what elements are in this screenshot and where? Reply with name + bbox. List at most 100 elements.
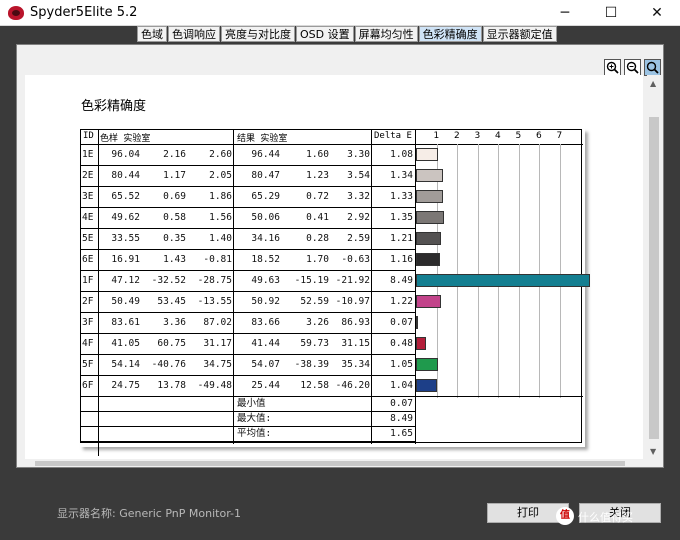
sample-l: 50.49 — [111, 296, 140, 307]
axis-tick-label: 2 — [454, 131, 460, 141]
sample-l: 33.55 — [111, 233, 140, 244]
sample-a: 1.43 — [163, 254, 186, 265]
result-b: -10.97 — [335, 296, 370, 307]
maximize-button[interactable]: ☐ — [588, 0, 634, 26]
result-a: 3.26 — [306, 317, 329, 328]
horizontal-scrollbar[interactable] — [25, 459, 647, 467]
row-id: 6E — [82, 254, 94, 265]
report-page: 色彩精确度 ID 色样 实验室 结果 实验室 Delta E 1 2 3 4 5 6 7 1E… — [25, 75, 643, 459]
delta-e-bar — [416, 211, 444, 224]
result-l: 25.44 — [251, 380, 280, 391]
delta-e-value: 1.21 — [390, 233, 413, 244]
title-bar: Spyder5Elite 5.2 ─ ☐ ✕ — [0, 0, 680, 26]
zoom-out-icon — [626, 61, 639, 74]
delta-e-bar — [416, 379, 438, 392]
result-b: 86.93 — [341, 317, 370, 328]
result-a: 1.23 — [306, 170, 329, 181]
scroll-up-arrow-icon[interactable]: ▲ — [650, 79, 656, 88]
result-a: 0.28 — [306, 233, 329, 244]
sample-l: 83.61 — [111, 317, 140, 328]
summary-left-divider — [98, 396, 99, 456]
vertical-scrollbar[interactable]: ▲ ▼ — [647, 75, 661, 459]
sample-l: 96.04 — [111, 149, 140, 160]
sample-l: 54.14 — [111, 359, 140, 370]
close-window-button[interactable]: ✕ — [634, 0, 680, 26]
tab-gamut[interactable]: 色域 — [137, 26, 167, 42]
tab-color-accuracy[interactable]: 色彩精确度 — [418, 26, 482, 42]
tab-screen-uniformity[interactable]: 屏幕均匀性 — [354, 26, 418, 42]
sample-b: -13.55 — [197, 296, 232, 307]
sample-b: 31.17 — [203, 338, 232, 349]
header-result-lab: 结果 实验室 — [237, 134, 288, 144]
delta-e-value: 1.08 — [390, 149, 413, 160]
delta-e-bar — [416, 169, 444, 182]
minimize-button[interactable]: ─ — [542, 0, 588, 26]
result-b: -0.63 — [341, 254, 370, 265]
tab-osd-settings[interactable]: OSD 设置 — [296, 26, 354, 42]
result-l: 50.92 — [251, 296, 280, 307]
result-a: -38.39 — [294, 359, 329, 370]
chart-gridline — [539, 144, 540, 398]
chart-bottom-line — [415, 396, 583, 397]
result-b: 35.34 — [341, 359, 370, 370]
result-l: 80.47 — [251, 170, 280, 181]
delta-e-bar — [416, 358, 438, 371]
zoom-fit-button[interactable] — [644, 59, 661, 76]
result-l: 83.66 — [251, 317, 280, 328]
sample-b: 2.05 — [209, 170, 232, 181]
result-l: 65.29 — [251, 191, 280, 202]
sample-a: 0.69 — [163, 191, 186, 202]
vertical-scroll-thumb[interactable] — [649, 117, 659, 439]
axis-tick-label: 6 — [536, 131, 542, 141]
tab-brightness-contrast[interactable]: 亮度与对比度 — [221, 26, 295, 42]
result-a: 0.72 — [306, 191, 329, 202]
color-accuracy-table: ID 色样 实验室 结果 实验室 Delta E 1 2 3 4 5 6 7 1E 96.04 2… — [80, 129, 591, 456]
delta-e-value: 0.48 — [390, 338, 413, 349]
tab-tone-response[interactable]: 色调响应 — [168, 26, 220, 42]
tab-bar: 色域 色调响应 亮度与对比度 OSD 设置 屏幕均匀性 色彩精确度 显示器额定值 — [137, 26, 558, 42]
row-id: 2E — [82, 170, 94, 181]
horizontal-scroll-thumb[interactable] — [35, 461, 625, 466]
result-a: -15.19 — [294, 275, 329, 286]
summary-label: 平均值: — [237, 428, 272, 439]
result-a: 1.70 — [306, 254, 329, 265]
row-id: 5F — [82, 359, 94, 370]
result-l: 18.52 — [251, 254, 280, 265]
sample-l: 16.91 — [111, 254, 140, 265]
results-grid: ID 色样 实验室 结果 实验室 Delta E 1 2 3 4 5 6 7 1E 96.04 2… — [80, 129, 591, 456]
zoom-fit-icon — [646, 61, 659, 74]
chart-gridline — [518, 144, 520, 398]
window-title: Spyder5Elite 5.2 — [30, 5, 138, 20]
result-b: 2.59 — [347, 233, 370, 244]
row-id: 3F — [82, 317, 94, 328]
result-b: 2.92 — [347, 212, 370, 223]
delta-e-bar — [416, 274, 591, 287]
report-panel: 色彩精确度 ID 色样 实验室 结果 实验室 Delta E 1 2 3 4 5 6 7 1E… — [16, 44, 664, 468]
row-id: 2F — [82, 296, 94, 307]
tab-monitor-rating[interactable]: 显示器额定值 — [482, 26, 557, 42]
delta-e-value: 0.07 — [390, 317, 413, 328]
axis-tick-label: 3 — [474, 131, 481, 141]
summary-value: 1.65 — [390, 428, 413, 439]
axis-tick-label: 4 — [495, 131, 501, 141]
result-l: 54.07 — [251, 359, 280, 370]
sample-b: -0.81 — [203, 254, 232, 265]
sample-a: 0.58 — [163, 212, 186, 223]
watermark-text: 什么值得买 — [578, 511, 633, 524]
zoom-out-button[interactable] — [624, 59, 641, 76]
row-id: 3E — [82, 191, 94, 202]
result-l: 50.06 — [251, 212, 280, 223]
axis-tick-label: 7 — [556, 131, 563, 141]
result-b: -21.92 — [335, 275, 370, 286]
chart-gridline — [559, 144, 561, 398]
row-id: 1F — [82, 275, 94, 286]
sample-a: 2.16 — [163, 149, 186, 160]
zoom-in-button[interactable] — [604, 59, 621, 76]
sample-b: 2.60 — [209, 149, 232, 160]
sample-l: 41.05 — [111, 338, 140, 349]
sample-l: 47.12 — [111, 275, 140, 286]
result-b: 3.32 — [347, 191, 370, 202]
sample-a: -32.52 — [151, 275, 186, 286]
scroll-down-arrow-icon[interactable]: ▼ — [650, 447, 656, 456]
result-a: 12.58 — [300, 380, 329, 391]
